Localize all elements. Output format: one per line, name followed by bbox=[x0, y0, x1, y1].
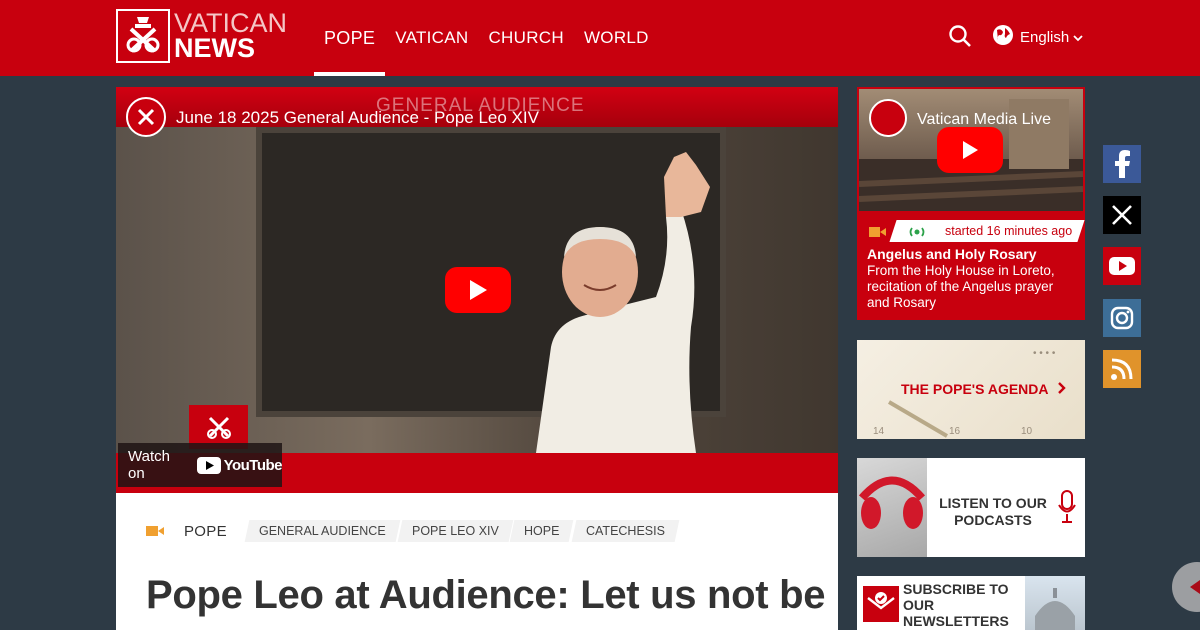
live-stream-card[interactable]: Vatican Media Live started 16 minutes ag… bbox=[857, 87, 1085, 320]
channel-avatar[interactable] bbox=[126, 97, 166, 137]
nav-item-pope[interactable]: POPE bbox=[314, 0, 386, 76]
globe-icon bbox=[992, 24, 1014, 50]
main-nav: POPE VATICAN CHURCH WORLD bbox=[314, 0, 659, 76]
search-icon[interactable] bbox=[948, 24, 974, 50]
facebook-icon[interactable] bbox=[1103, 145, 1141, 183]
language-label: English bbox=[1020, 28, 1070, 46]
envelope-icon bbox=[863, 586, 899, 622]
youtube-logo: YouTube bbox=[196, 456, 283, 474]
calendar-decoration: 14 bbox=[873, 426, 885, 437]
agenda-label: THE POPE'S AGENDA bbox=[901, 381, 1066, 397]
nav-item-church[interactable]: CHURCH bbox=[478, 0, 573, 76]
article-tags: POPE GENERAL AUDIENCE POPE LEO XIV HOPE … bbox=[146, 520, 680, 542]
language-selector[interactable]: English bbox=[992, 24, 1083, 50]
video-title[interactable]: June 18 2025 General Audience - Pope Leo… bbox=[176, 108, 539, 128]
youtube-icon[interactable] bbox=[1103, 247, 1141, 285]
pen-icon bbox=[887, 400, 949, 438]
play-button-icon[interactable] bbox=[445, 267, 511, 313]
site-header: VATICAN NEWS POPE VATICAN CHURCH WORLD E… bbox=[0, 0, 1200, 76]
calendar-decoration: 10 bbox=[1021, 426, 1033, 437]
rss-icon[interactable] bbox=[1103, 350, 1141, 388]
logo-emblem-icon bbox=[116, 9, 170, 63]
tag-general-audience[interactable]: GENERAL AUDIENCE bbox=[244, 520, 400, 542]
tag-pope-leo-xiv[interactable]: POPE LEO XIV bbox=[397, 520, 513, 542]
nav-item-world[interactable]: WORLD bbox=[574, 0, 659, 76]
article-card: POPE GENERAL AUDIENCE POPE LEO XIV HOPE … bbox=[116, 493, 838, 630]
scroll-to-top-button[interactable] bbox=[1172, 562, 1200, 612]
live-play-icon[interactable] bbox=[937, 127, 1003, 173]
podcasts-card[interactable]: LISTEN TO OUR PODCASTS bbox=[857, 458, 1085, 557]
arrow-left-icon bbox=[1190, 580, 1200, 594]
youtube-label: YouTube bbox=[223, 456, 283, 474]
chevron-down-icon bbox=[1073, 29, 1083, 46]
site-logo[interactable]: VATICAN NEWS bbox=[116, 9, 287, 63]
video-camera-icon bbox=[869, 227, 886, 237]
live-channel-avatar bbox=[869, 99, 907, 137]
st-peters-dome-image bbox=[1025, 576, 1085, 630]
tag-hope[interactable]: HOPE bbox=[510, 520, 575, 542]
live-description: From the Holy House in Loreto, recitatio… bbox=[867, 263, 1055, 310]
microphone-icon bbox=[1058, 490, 1076, 523]
instagram-icon[interactable] bbox=[1103, 299, 1141, 337]
podcasts-label: LISTEN TO OUR PODCASTS bbox=[939, 495, 1047, 528]
popes-agenda-card[interactable]: • • • • 14 16 10 THE POPE'S AGENDA bbox=[857, 340, 1085, 439]
calendar-decoration: • • • • bbox=[1033, 348, 1056, 359]
watch-on-label: Watch on bbox=[128, 448, 170, 482]
nav-item-vatican[interactable]: VATICAN bbox=[385, 0, 478, 76]
logo-news-text: NEWS bbox=[174, 33, 255, 63]
watch-on-youtube-button[interactable]: Watch on YouTube bbox=[118, 443, 283, 487]
newsletter-label: SUBSCRIBE TO OUR NEWSLETTERS bbox=[903, 581, 1009, 629]
youtube-icon bbox=[196, 456, 221, 474]
started-time: started 16 minutes ago bbox=[945, 224, 1073, 238]
newsletter-card[interactable]: SUBSCRIBE TO OUR NEWSLETTERS bbox=[857, 576, 1085, 630]
section-label[interactable]: POPE bbox=[184, 523, 227, 540]
video-camera-icon bbox=[146, 526, 164, 536]
pope-figure bbox=[536, 152, 710, 453]
chevron-right-icon bbox=[1058, 381, 1066, 397]
live-heading[interactable]: Angelus and Holy Rosary bbox=[867, 246, 1037, 262]
x-icon[interactable] bbox=[1103, 196, 1141, 234]
video-player[interactable]: GENERAL AUDIENCE June 18 2025 General Au… bbox=[116, 87, 838, 493]
headphones-image bbox=[857, 458, 927, 557]
live-signal-icon bbox=[909, 227, 925, 237]
tag-catechesis[interactable]: CATECHESIS bbox=[571, 520, 680, 542]
article-headline[interactable]: Pope Leo at Audience: Let us not be bbox=[146, 571, 826, 619]
